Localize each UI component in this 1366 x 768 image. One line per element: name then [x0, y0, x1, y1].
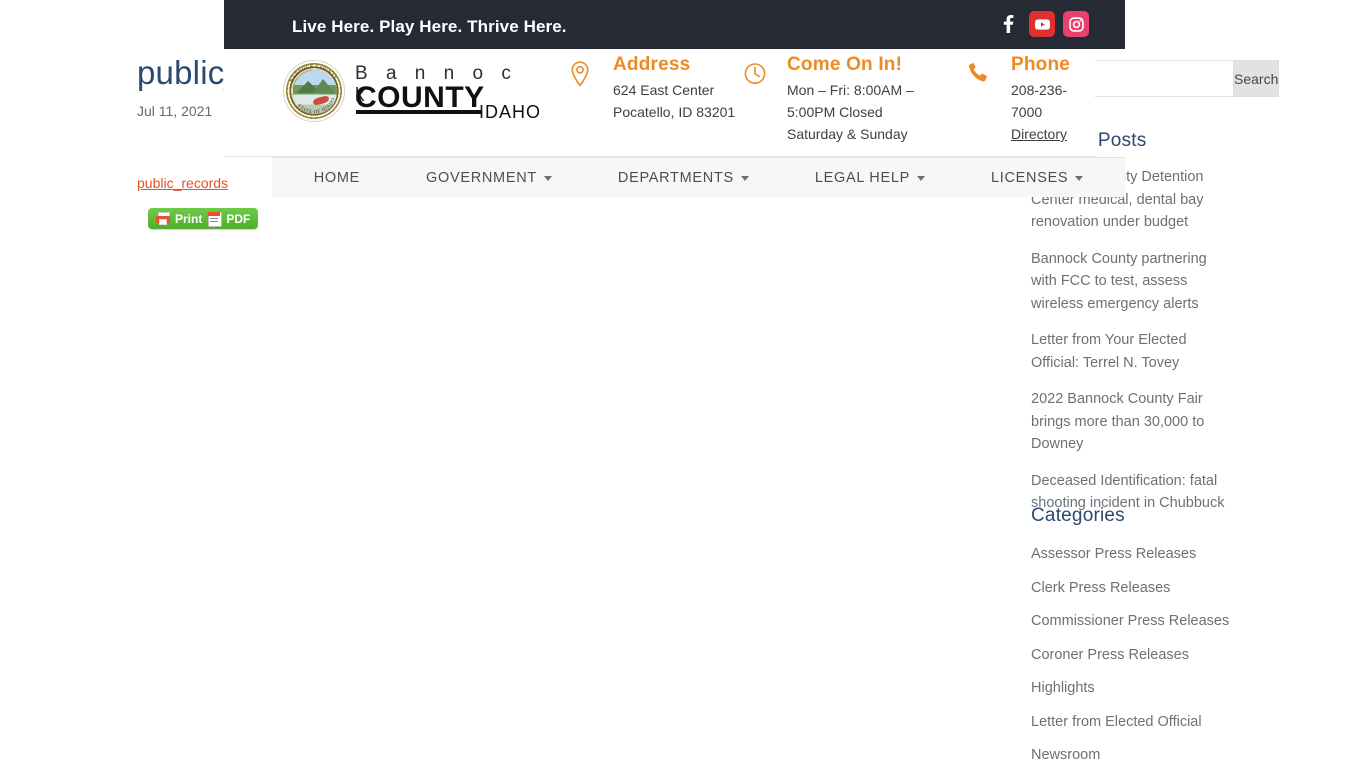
list-item: Letter from Your Elected Official: Terre…: [1031, 329, 1231, 374]
recent-post-link[interactable]: Bannock County partnering with FCC to te…: [1031, 248, 1231, 316]
nav-item-government[interactable]: GOVERNMENT: [393, 170, 585, 186]
category-link[interactable]: Highlights: [1031, 677, 1231, 700]
logo-line-idaho: IDAHO: [478, 102, 541, 122]
category-link[interactable]: Coroner Press Releases: [1031, 644, 1231, 667]
list-item: Assessor Press Releases: [1031, 543, 1231, 566]
recent-post-link[interactable]: 2022 Bannock County Fair brings more tha…: [1031, 388, 1231, 456]
hours-lines: Mon – Fri: 8:00AM – 5:00PM Closed Saturd…: [787, 82, 914, 142]
site-tagline: Live Here. Play Here. Thrive Here.: [292, 17, 567, 36]
site-logo[interactable]: BANNOCK COUNTY STATE OF IDAHO B a n n o …: [283, 60, 541, 122]
nav-item-home[interactable]: HOME: [281, 170, 393, 186]
list-item: 2022 Bannock County Fair brings more tha…: [1031, 388, 1231, 456]
category-link[interactable]: Commissioner Press Releases: [1031, 610, 1231, 633]
pdf-label: PDF: [226, 212, 251, 226]
hours-block: Come On In! Mon – Fri: 8:00AM – 5:00PM C…: [743, 30, 927, 145]
phone-number: 208-236-7000: [1011, 82, 1068, 120]
youtube-icon[interactable]: [1029, 11, 1055, 37]
recent-post-link[interactable]: Letter from Your Elected Official: Terre…: [1031, 329, 1231, 374]
phone-directory: Directory: [1011, 123, 1089, 145]
print-label: Print: [175, 212, 203, 226]
contact-panel: BANNOCK COUNTY STATE OF IDAHO B a n n o …: [224, 49, 1095, 157]
print-pdf-button[interactable]: Print PDF: [148, 208, 259, 229]
nav-label: DEPARTMENTS: [617, 169, 734, 186]
chevron-down-icon: [916, 176, 925, 181]
hours-heading: Come On In!: [787, 54, 903, 75]
chevron-down-icon: [740, 176, 749, 181]
categories-list: Assessor Press Releases Clerk Press Rele…: [1031, 543, 1231, 768]
phone-block: Phone 208-236-7000 Directory: [967, 51, 1089, 145]
recent-posts-list: Bannock County Detention Center medical,…: [1031, 166, 1231, 515]
address-block: Address 624 East Center Pocatello, ID 83…: [569, 51, 738, 123]
categories-widget: Categories Assessor Press Releases Clerk…: [1031, 503, 1231, 768]
categories-title: Categories: [1031, 505, 1125, 526]
county-seal-icon: BANNOCK COUNTY STATE OF IDAHO: [283, 60, 345, 122]
logo-wordmark: B a n n o c k COUNTY IDAHO: [355, 63, 541, 122]
category-link[interactable]: Letter from Elected Official: [1031, 711, 1231, 734]
facebook-icon[interactable]: [995, 11, 1021, 37]
map-pin-icon: [569, 61, 593, 87]
main-navigation: HOME GOVERNMENT DEPARTMENTS LEGAL HELP L…: [272, 157, 1125, 197]
top-announcement-bar: Live Here. Play Here. Thrive Here.: [224, 0, 1125, 49]
chevron-down-icon: [543, 176, 552, 181]
category-link[interactable]: Newsroom: [1031, 744, 1231, 767]
nav-item-legal-help[interactable]: LEGAL HELP: [782, 170, 958, 186]
address-heading: Address: [613, 54, 691, 75]
logo-rule: [356, 110, 482, 114]
nav-label: LICENSES: [990, 169, 1069, 186]
list-item: Highlights: [1031, 677, 1231, 700]
list-item: Coroner Press Releases: [1031, 644, 1231, 667]
phone-heading: Phone: [1011, 54, 1071, 75]
printer-icon: [156, 212, 170, 225]
list-item: Letter from Elected Official: [1031, 711, 1231, 734]
nav-label: HOME: [313, 169, 360, 186]
instagram-icon[interactable]: [1063, 11, 1089, 37]
svg-text:BANNOCK COUNTY: BANNOCK COUNTY: [290, 65, 338, 84]
nav-label: GOVERNMENT: [426, 169, 537, 186]
clock-icon: [743, 61, 767, 85]
category-link[interactable]: Assessor Press Releases: [1031, 543, 1231, 566]
post-tag-link[interactable]: public_records: [137, 173, 228, 193]
chevron-down-icon: [1075, 176, 1084, 181]
document-icon: [207, 212, 223, 227]
nav-item-departments[interactable]: DEPARTMENTS: [585, 170, 782, 186]
list-item: Commissioner Press Releases: [1031, 610, 1231, 633]
search-button[interactable]: Search: [1233, 60, 1280, 97]
address-lines: 624 East Center Pocatello, ID 83201: [613, 82, 736, 120]
list-item: Bannock County partnering with FCC to te…: [1031, 248, 1231, 316]
nav-item-licenses[interactable]: LICENSES: [958, 170, 1116, 186]
post-date: Jul 11, 2021: [137, 103, 213, 119]
directory-link[interactable]: Directory: [1011, 126, 1067, 142]
list-item: Newsroom: [1031, 744, 1231, 767]
nav-label: LEGAL HELP: [814, 169, 910, 186]
social-links: [995, 11, 1089, 37]
list-item: Clerk Press Releases: [1031, 577, 1231, 600]
phone-icon: [967, 61, 991, 85]
svg-text:STATE OF IDAHO: STATE OF IDAHO: [296, 97, 337, 115]
category-link[interactable]: Clerk Press Releases: [1031, 577, 1231, 600]
